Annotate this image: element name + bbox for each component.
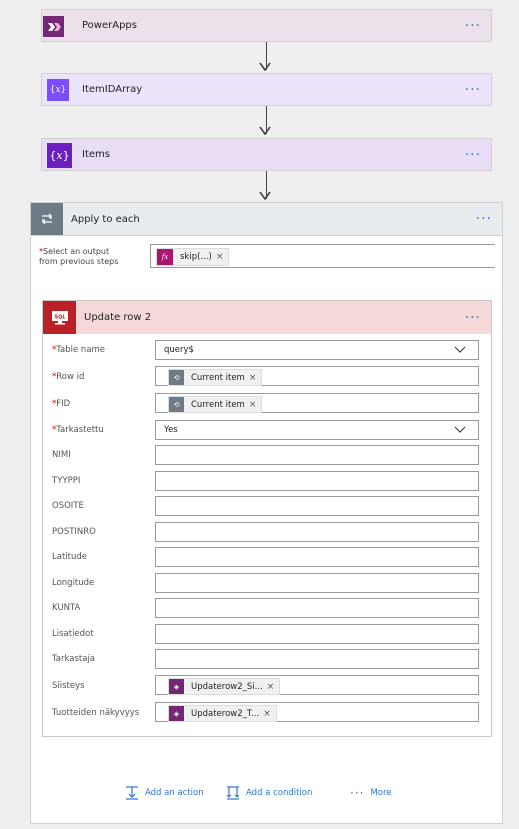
- more-options-icon[interactable]: ···: [476, 212, 492, 226]
- tyyppi-field[interactable]: [155, 471, 479, 491]
- postinro-field[interactable]: [155, 522, 479, 542]
- siisteys-field[interactable]: ◈ Updaterow2_Si... ×: [155, 675, 479, 695]
- variable-icon: {x}: [47, 143, 72, 168]
- chevron-down-icon: [454, 426, 466, 433]
- token-chip[interactable]: ◈ Updaterow2_T... ×: [168, 705, 277, 722]
- lisatiedot-label: Lisatiedot: [52, 629, 94, 639]
- more-dots-icon: ···: [350, 786, 365, 800]
- kunta-field[interactable]: [155, 598, 479, 618]
- nimi-field[interactable]: [155, 445, 479, 465]
- more-options-icon[interactable]: ···: [465, 311, 481, 325]
- fid-field[interactable]: ⟲ Current item ×: [155, 393, 479, 413]
- more-options-icon[interactable]: ···: [465, 19, 481, 33]
- longitude-field[interactable]: [155, 573, 479, 593]
- remove-token-icon[interactable]: ×: [249, 400, 262, 410]
- step-title: Items: [82, 149, 110, 160]
- tuotteiden-label: Tuotteiden näkyvyys: [52, 708, 140, 718]
- arrow-down-icon: [259, 126, 271, 136]
- tuotteiden-field[interactable]: ◈ Updaterow2_T... ×: [155, 702, 479, 722]
- add-condition-button[interactable]: Add a condition: [226, 786, 312, 800]
- latitude-label: Latitude: [52, 552, 87, 562]
- table-name-select[interactable]: query$: [155, 340, 479, 360]
- step-title: Apply to each: [71, 213, 140, 225]
- select-output-label: *Select an output from previous steps: [39, 247, 119, 266]
- longitude-label: Longitude: [52, 578, 95, 588]
- tyyppi-label: TYYPPI: [52, 476, 81, 486]
- chevron-down-icon: [454, 346, 466, 353]
- arrow-down-icon: [259, 62, 271, 72]
- more-options-icon[interactable]: ···: [465, 83, 481, 97]
- remove-token-icon[interactable]: ×: [263, 709, 276, 719]
- loop-icon: ⟲: [169, 370, 184, 385]
- token-chip[interactable]: ⟲ Current item ×: [168, 369, 263, 386]
- osoite-field[interactable]: [155, 496, 479, 516]
- row-id-field[interactable]: ⟲ Current item ×: [155, 366, 479, 386]
- tarkastettu-label: *Tarkastettu: [52, 425, 104, 435]
- add-condition-icon: [226, 786, 240, 800]
- osoite-label: OSOITE: [52, 501, 84, 511]
- apply-to-each-header[interactable]: Apply to each ···: [31, 203, 502, 236]
- svg-text:SQL: SQL: [54, 314, 66, 320]
- token-chip[interactable]: ◈ Updaterow2_Si... ×: [168, 678, 281, 695]
- remove-token-icon[interactable]: ×: [249, 373, 262, 383]
- kunta-label: KUNTA: [52, 603, 81, 613]
- step-title: Update row 2: [84, 312, 152, 323]
- remove-token-icon[interactable]: ×: [216, 252, 229, 262]
- powerapps-icon: [43, 16, 64, 37]
- arrow-down-icon: [259, 191, 271, 201]
- token-chip[interactable]: fx skip(...) ×: [156, 248, 230, 266]
- update-row-header[interactable]: SQL Update row 2 ···: [43, 301, 491, 334]
- more-button[interactable]: ··· More: [350, 786, 392, 800]
- loop-icon: [31, 203, 63, 235]
- table-name-label: *Table name: [52, 345, 106, 355]
- itemidarray-step[interactable]: {x} ItemIDArray ···: [41, 73, 492, 106]
- step-title: PowerApps: [82, 20, 137, 31]
- postinro-label: POSTINRO: [52, 527, 96, 537]
- step-title: ItemIDArray: [82, 84, 143, 95]
- powerapps-step[interactable]: PowerApps ···: [41, 9, 492, 42]
- nimi-label: NIMI: [52, 450, 71, 460]
- items-step[interactable]: {x} Items ···: [41, 138, 492, 171]
- siisteys-label: Siisteys: [52, 681, 85, 691]
- powerapps-icon: ◈: [169, 679, 184, 694]
- row-id-label: *Row id: [52, 372, 85, 382]
- tarkastaja-field[interactable]: [155, 649, 479, 669]
- fid-label: *FID: [52, 399, 71, 409]
- powerapps-icon: ◈: [169, 706, 184, 721]
- tarkastaja-label: Tarkastaja: [52, 654, 96, 664]
- loop-icon: ⟲: [169, 397, 184, 412]
- expression-icon: fx: [157, 249, 173, 265]
- latitude-field[interactable]: [155, 547, 479, 567]
- remove-token-icon[interactable]: ×: [267, 682, 280, 692]
- tarkastettu-select[interactable]: Yes: [155, 420, 479, 440]
- select-output-field[interactable]: fx skip(...) ×: [150, 244, 495, 268]
- more-options-icon[interactable]: ···: [465, 148, 481, 162]
- token-chip[interactable]: ⟲ Current item ×: [168, 396, 263, 413]
- add-action-icon: [126, 786, 138, 800]
- add-action-button[interactable]: Add an action: [125, 786, 204, 800]
- lisatiedot-field[interactable]: [155, 624, 479, 644]
- sql-icon: SQL: [43, 301, 76, 334]
- variable-icon: {x}: [47, 79, 69, 101]
